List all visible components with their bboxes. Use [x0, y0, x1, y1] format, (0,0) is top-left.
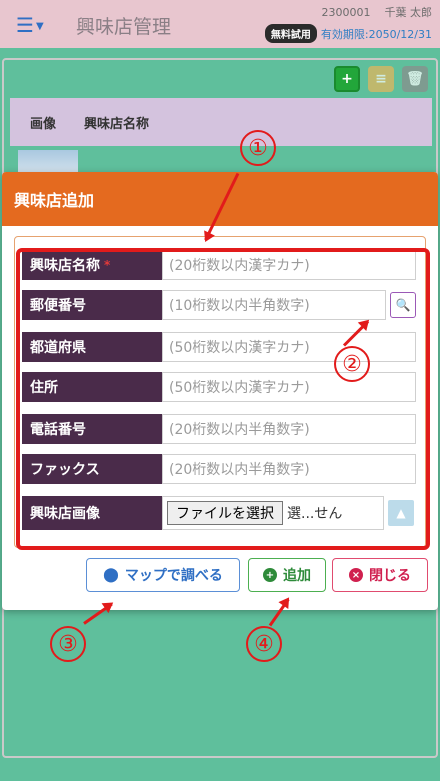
submit-add-button[interactable]: + 追加 [248, 558, 326, 592]
annotation-3: ③ [50, 626, 86, 662]
user-info: 2300001 千葉 太郎 [322, 4, 433, 20]
map-search-button[interactable]: ⬤ マップで調べる [86, 558, 240, 592]
trial-badge: 無料試用 [264, 24, 317, 43]
database-icon: ≡ [375, 71, 387, 87]
annotation-2: ② [334, 346, 370, 382]
add-button[interactable]: + [334, 66, 360, 92]
annotation-highlight-frame [16, 248, 430, 550]
expiry-date: 有効期限:2050/12/31 [320, 27, 432, 41]
app-header: ☰ ▼ 興味店管理 2300001 千葉 太郎 無料試用 有効期限:2050/1… [0, 0, 440, 48]
plus-circle-icon: + [341, 71, 353, 87]
annotation-1: ① [240, 130, 276, 166]
map-button-label: マップで調べる [124, 568, 223, 584]
map-pin-icon: ⬤ [103, 567, 119, 583]
database-button[interactable]: ≡ [368, 66, 394, 92]
add-button-label: 追加 [283, 568, 311, 584]
delete-button[interactable]: 🗑 [402, 66, 428, 92]
user-id: 2300001 [321, 6, 371, 19]
page-title: 興味店管理 [76, 16, 172, 38]
trial-info: 無料試用 有効期限:2050/12/31 [264, 24, 432, 43]
caret-down-icon: ▼ [35, 21, 44, 32]
hamburger-icon: ☰ [16, 13, 34, 37]
column-header-name: 興味店名称 [84, 116, 150, 132]
table-header: 画像 興味店名称 [10, 98, 432, 146]
menu-button[interactable]: ☰ ▼ [16, 13, 44, 37]
close-button-label: 閉じる [369, 568, 411, 584]
annotation-4: ④ [246, 626, 282, 662]
close-button[interactable]: × 閉じる [332, 558, 428, 592]
plus-circle-icon: + [263, 568, 277, 582]
column-header-image: 画像 [30, 116, 57, 132]
user-name: 千葉 太郎 [384, 6, 433, 19]
close-circle-icon: × [349, 568, 363, 582]
modal-title: 興味店追加 [2, 172, 438, 226]
toolbar: + ≡ 🗑 [334, 66, 428, 92]
trash-icon: 🗑 [406, 71, 424, 87]
